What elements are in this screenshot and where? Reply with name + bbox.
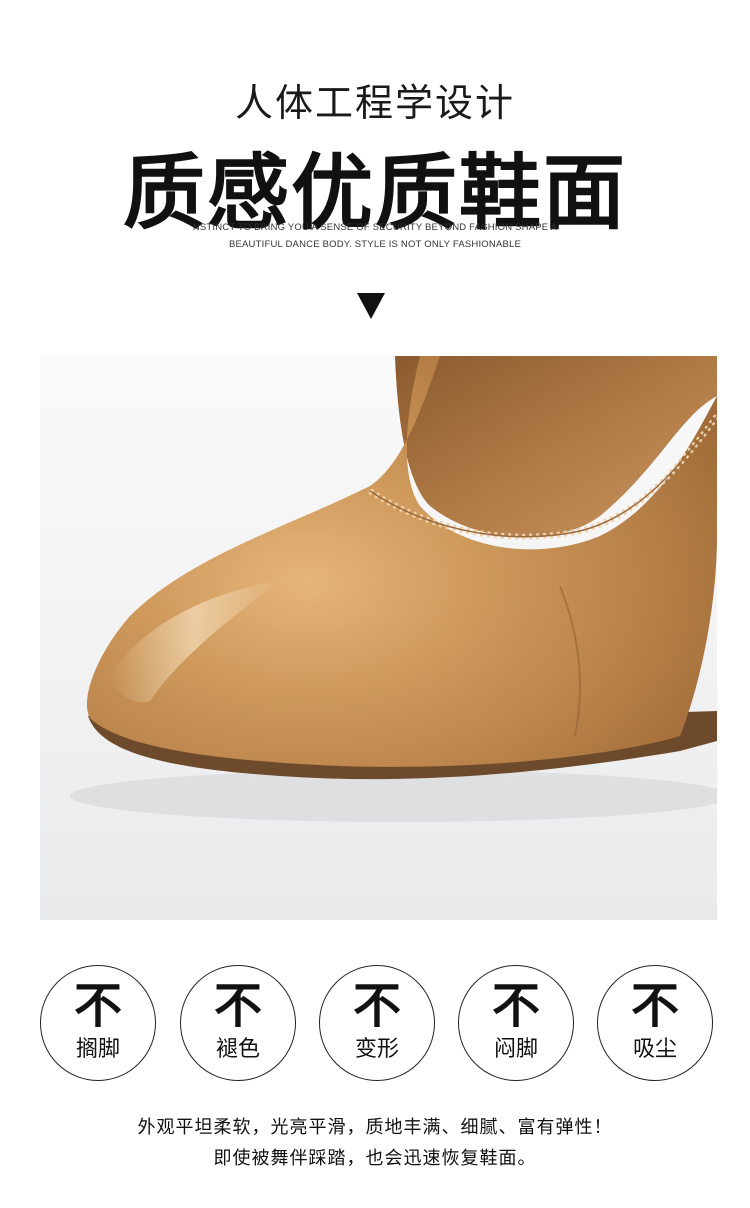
badge-no-deform-top: 不 bbox=[352, 978, 401, 1034]
badge-no-pinch: 不 搁脚 bbox=[40, 965, 156, 1081]
badge-no-fade-top: 不 bbox=[213, 978, 262, 1034]
badge-no-fade: 不 褪色 bbox=[180, 965, 296, 1081]
description-line2: 即使被舞伴踩踏，也会迅速恢复鞋面。 bbox=[213, 1148, 537, 1169]
shoe-toe-photo bbox=[40, 356, 717, 920]
badge-no-fade-label: 褪色 bbox=[215, 1037, 260, 1062]
page-subtitle: 人体工程学设计 bbox=[234, 81, 515, 125]
badge-no-dust-label: 吸尘 bbox=[632, 1037, 677, 1062]
description-line1: 外观平坦柔软，光亮平滑，质地丰满、细腻、富有弹性！ bbox=[137, 1117, 613, 1138]
english-tagline-line2: BEAUTIFUL DANCE BODY. STYLE IS NOT ONLY … bbox=[228, 239, 522, 250]
badge-no-stuffy-label: 闷脚 bbox=[493, 1037, 538, 1062]
badge-no-stuffy: 不 闷脚 bbox=[458, 965, 574, 1081]
down-triangle-icon bbox=[357, 293, 385, 319]
badge-no-deform: 不 变形 bbox=[319, 965, 435, 1081]
feature-badges: 不 搁脚 不 褪色 不 变形 不 闷脚 不 吸尘 bbox=[40, 965, 717, 1085]
badge-no-pinch-top: 不 bbox=[73, 978, 122, 1034]
badge-no-pinch-label: 搁脚 bbox=[75, 1037, 120, 1062]
english-tagline-line1: NSTINCT TO BRING YOU A SENSE OF SECURITY… bbox=[192, 222, 558, 233]
badge-no-dust-top: 不 bbox=[630, 978, 679, 1034]
badge-no-dust: 不 吸尘 bbox=[597, 965, 713, 1081]
badge-no-deform-label: 变形 bbox=[354, 1037, 399, 1062]
badge-no-stuffy-top: 不 bbox=[491, 978, 540, 1034]
